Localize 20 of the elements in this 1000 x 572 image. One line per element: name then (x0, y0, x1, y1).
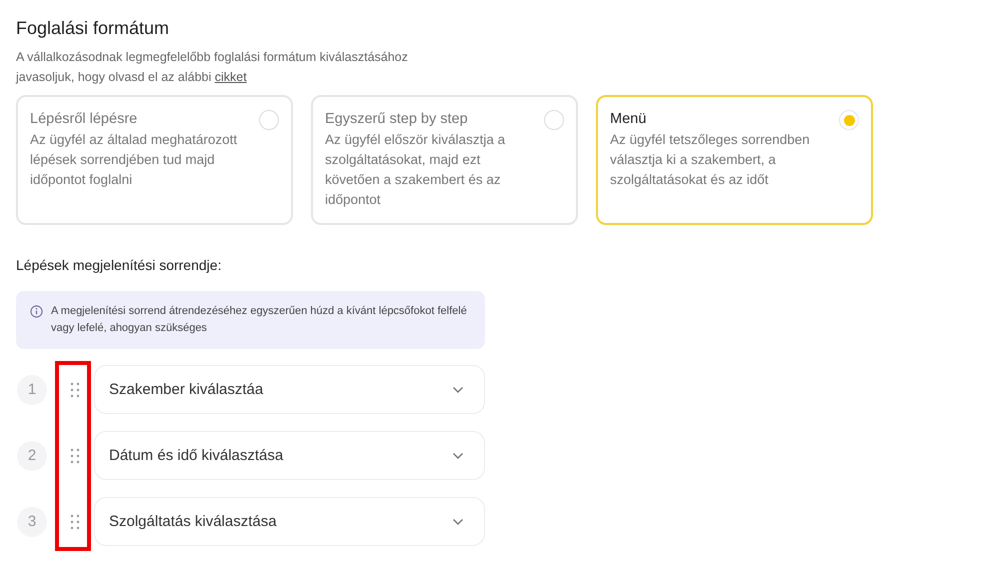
step-number: 1 (17, 374, 47, 404)
info-text: A megjelenítési sorrend átrendezéséhez egyszerűen húzd a kívánt lépcsőfokot felfelé vagy lefelé, ahogyan szükséges (51, 304, 468, 336)
format-option-card[interactable]: Menü Az ügyfél tetszőleges sorrendben választja ki a szakembert, a szolgáltatásokat és az időt (596, 95, 873, 225)
step-number: 2 (17, 440, 47, 470)
step-row[interactable]: Dátum és idő kiválasztása (94, 431, 485, 480)
step-row[interactable]: Szakember kiválasztáa (94, 365, 485, 414)
option-title: Egyszerű step by step (325, 111, 469, 127)
option-title: Menü (610, 111, 648, 127)
option-description: Az ügyfél tetszőleges sorrendben választja ki a szakembert, a szolgáltatásokat és az időt (610, 131, 811, 189)
order-heading: Lépések megjelenítési sorrendje: (16, 257, 222, 273)
option-description: Az ügyfél az általad meghatározott lépések sorrendjében tud majd időpontot foglalni (30, 131, 238, 189)
format-option-card[interactable]: Lépésről lépésre Az ügyfél az általad meghatározott lépések sorrendjében tud majd időpontot foglalni (16, 95, 293, 225)
step-number: 3 (17, 506, 47, 536)
step-row[interactable]: Szolgáltatás kiválasztása (94, 497, 485, 546)
option-description: Az ügyfél először kiválasztja a szolgáltatásokat, majd ezt követően a szakembert és az időpontot (325, 131, 506, 209)
article-link[interactable]: cikket (214, 70, 247, 84)
section-title: Foglalási formátum (16, 18, 170, 39)
option-title: Lépésről lépésre (30, 111, 138, 127)
intro-text: A vállalkozásodnak legmegfelelőbb foglalási formátum kiválasztásához javasoljuk, hogy olvasd el az alábbi cikket (16, 49, 409, 86)
format-option-card[interactable]: Egyszerű step by step Az ügyfél először kiválasztja a szolgáltatásokat, majd ezt követően a szakembert és az időpontot (311, 95, 578, 225)
